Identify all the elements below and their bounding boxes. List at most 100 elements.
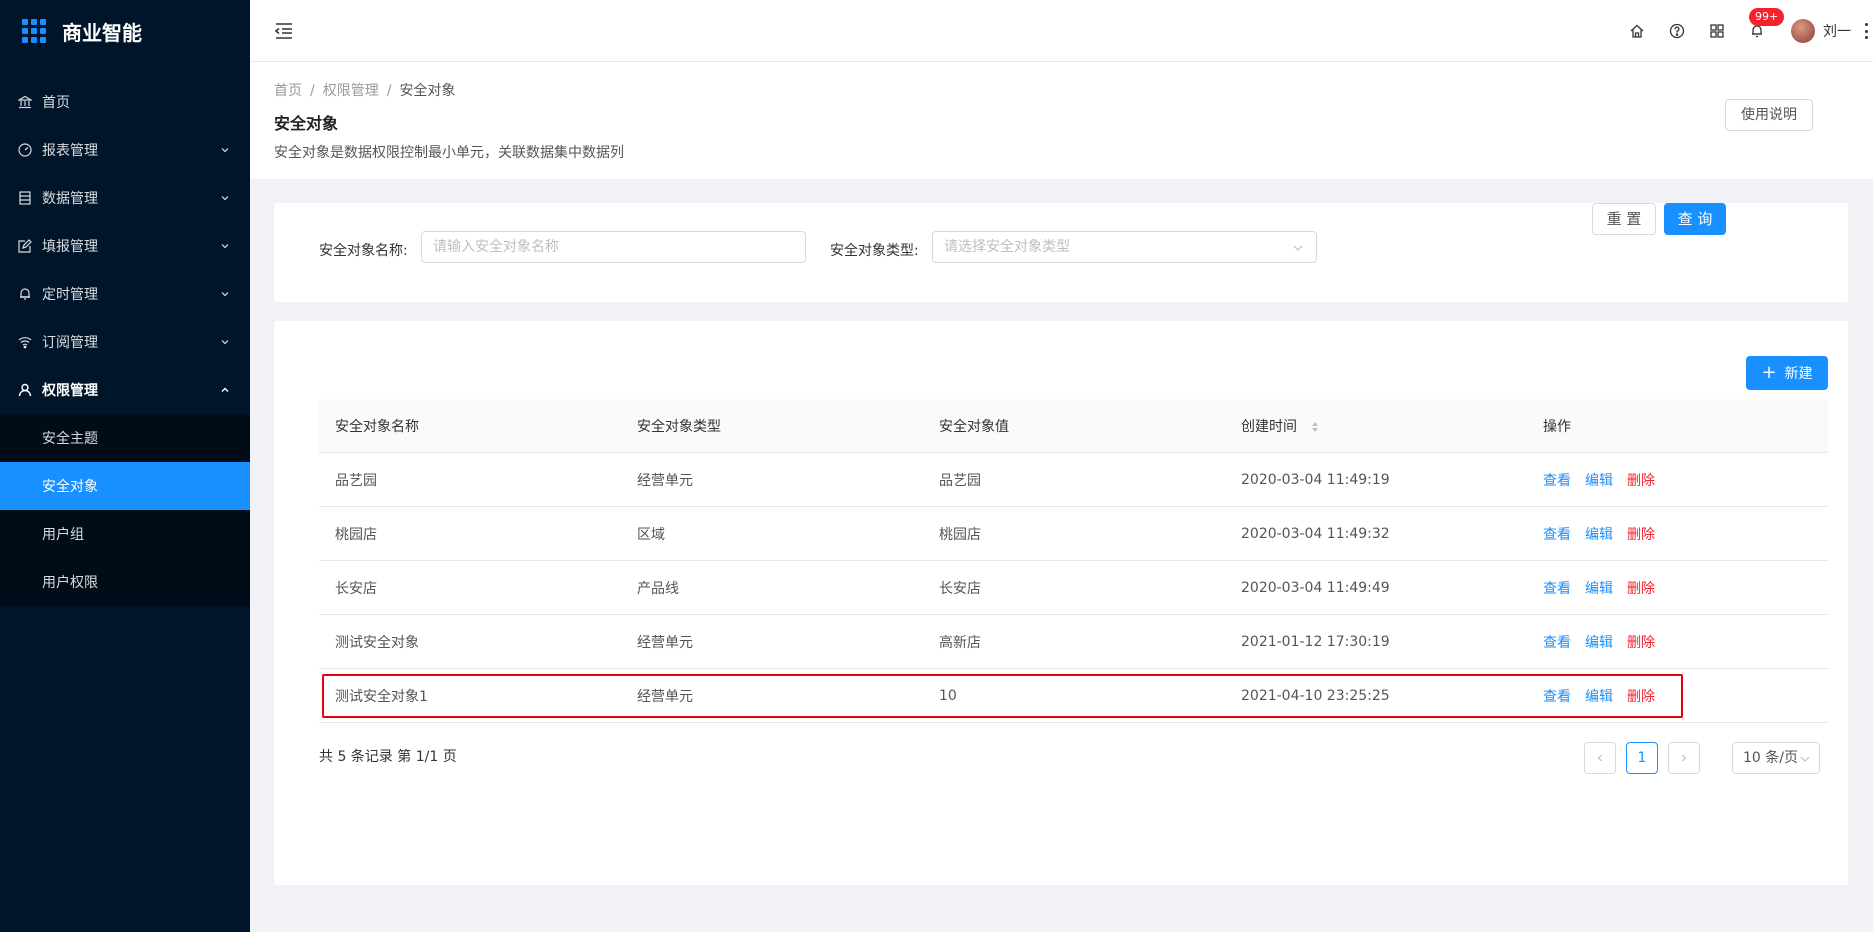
page-title: 安全对象 — [274, 114, 339, 133]
menu-fold-icon[interactable] — [274, 21, 294, 41]
search-form: 安全对象名称: 请输入安全对象名称 安全对象类型: 请选择安全对象类型 重 置 … — [274, 203, 1848, 302]
breadcrumb-home[interactable]: 首页 — [274, 83, 302, 99]
appstore-icon[interactable] — [1709, 23, 1725, 39]
reset-button[interactable]: 重 置 — [1592, 203, 1656, 235]
cell-value: 10 — [939, 687, 957, 704]
cell-actions: 查看 编辑 删除 — [1527, 632, 1828, 652]
name-search-input[interactable]: 请输入安全对象名称 — [421, 231, 806, 263]
new-button[interactable]: + 新建 — [1746, 356, 1828, 390]
cell-name: 桃园店 — [335, 526, 377, 543]
chevron-left-icon — [1597, 754, 1602, 762]
pagination-total: 共 5 条记录 第 1/1 页 — [319, 749, 457, 765]
page-size-select[interactable]: 10 条/页 — [1732, 742, 1820, 774]
delete-link[interactable]: 删除 — [1627, 635, 1655, 651]
type-select-placeholder: 请选择安全对象类型 — [944, 239, 1070, 255]
cell-value: 长安店 — [939, 580, 981, 597]
table-row: 测试安全对象1 经营单元 10 2021-04-10 23:25:25 查看 编辑… — [319, 669, 1828, 723]
edit-link[interactable]: 编辑 — [1585, 581, 1613, 597]
sidebar-item-user-permission[interactable]: 用户权限 — [0, 558, 250, 606]
cell-created: 2020-03-04 11:49:49 — [1241, 579, 1390, 596]
sidebar-item-home[interactable]: 首页 — [0, 78, 250, 126]
sidebar-item-fill[interactable]: 填报管理 — [0, 222, 250, 270]
sort-icon[interactable] — [1311, 421, 1319, 433]
column-header-value: 安全对象值 — [939, 418, 1009, 435]
sidebar-item-data[interactable]: 数据管理 — [0, 174, 250, 222]
security-object-table: 安全对象名称 安全对象类型 安全对象值 创建时间 操作 品艺园 经营单元 品艺园… — [319, 399, 1828, 723]
cell-value: 高新店 — [939, 634, 981, 651]
delete-link[interactable]: 删除 — [1627, 581, 1655, 597]
sidebar-item-permissions[interactable]: 权限管理 — [0, 366, 250, 414]
cell-actions: 查看 编辑 删除 — [1527, 686, 1828, 706]
user-name[interactable]: 刘一 — [1823, 21, 1851, 41]
column-header-actions: 操作 — [1543, 418, 1571, 435]
cell-created: 2020-03-04 11:49:19 — [1241, 471, 1390, 488]
cell-type: 区域 — [637, 526, 665, 543]
sidebar-item-security-topic[interactable]: 安全主题 — [0, 414, 250, 462]
app-title: 商业智能 — [62, 20, 142, 45]
header-actions: 99+ 刘一 — [1629, 0, 1873, 62]
breadcrumb-current: 安全对象 — [399, 83, 456, 99]
chevron-down-icon — [221, 292, 229, 297]
avatar[interactable] — [1791, 19, 1815, 43]
cell-type: 经营单元 — [637, 634, 693, 651]
delete-link[interactable]: 删除 — [1627, 689, 1655, 705]
pagination: 1 10 条/页 — [1584, 742, 1820, 774]
bell-icon — [18, 287, 32, 301]
query-button[interactable]: 查 询 — [1664, 203, 1726, 235]
type-select[interactable]: 请选择安全对象类型 — [932, 231, 1317, 263]
edit-link[interactable]: 编辑 — [1585, 473, 1613, 489]
new-button-label: 新建 — [1784, 366, 1813, 382]
table-row: 品艺园 经营单元 品艺园 2020-03-04 11:49:19 查看 编辑 删除 — [319, 453, 1828, 507]
table-row: 桃园店 区域 桃园店 2020-03-04 11:49:32 查看 编辑 删除 — [319, 507, 1828, 561]
plus-icon: + — [1761, 362, 1777, 383]
sidebar-item-label: 报表管理 — [42, 143, 98, 159]
chevron-right-icon — [1682, 754, 1687, 762]
home-icon[interactable] — [1629, 23, 1645, 39]
type-field-label: 安全对象类型: — [830, 243, 919, 259]
view-link[interactable]: 查看 — [1543, 635, 1571, 651]
view-link[interactable]: 查看 — [1543, 473, 1571, 489]
page-number-button[interactable]: 1 — [1626, 742, 1658, 774]
top-header: 99+ 刘一 — [250, 0, 1873, 62]
sidebar-item-user-group[interactable]: 用户组 — [0, 510, 250, 558]
sidebar-item-security-object[interactable]: 安全对象 — [0, 462, 250, 510]
grid-logo-icon — [22, 19, 46, 43]
edit-link[interactable]: 编辑 — [1585, 689, 1613, 705]
prev-page-button[interactable] — [1584, 742, 1616, 774]
cell-created: 2021-04-10 23:25:25 — [1241, 687, 1390, 704]
page-description: 安全对象是数据权限控制最小单元，关联数据集中数据列 — [274, 145, 624, 161]
edit-link[interactable]: 编辑 — [1585, 635, 1613, 651]
cell-name: 品艺园 — [335, 472, 377, 489]
sidebar-item-label: 定时管理 — [42, 287, 98, 303]
cell-name: 长安店 — [335, 580, 377, 597]
database-icon — [18, 191, 32, 205]
view-link[interactable]: 查看 — [1543, 527, 1571, 543]
sidebar-item-schedule[interactable]: 定时管理 — [0, 270, 250, 318]
more-icon[interactable] — [1865, 23, 1869, 39]
view-link[interactable]: 查看 — [1543, 581, 1571, 597]
notification-bell-icon[interactable]: 99+ — [1749, 8, 1785, 39]
delete-link[interactable]: 删除 — [1627, 527, 1655, 543]
next-page-button[interactable] — [1668, 742, 1700, 774]
edit-link[interactable]: 编辑 — [1585, 527, 1613, 543]
sidebar-item-subscribe[interactable]: 订阅管理 — [0, 318, 250, 366]
bank-icon — [18, 95, 32, 109]
delete-link[interactable]: 删除 — [1627, 473, 1655, 489]
chevron-down-icon — [1293, 245, 1303, 251]
cell-type: 产品线 — [637, 580, 679, 597]
chevron-down-icon — [221, 196, 229, 201]
cell-created: 2021-01-12 17:30:19 — [1241, 633, 1390, 650]
user-icon — [18, 383, 32, 397]
column-header-created[interactable]: 创建时间 — [1225, 416, 1527, 436]
sidebar-item-reports[interactable]: 报表管理 — [0, 126, 250, 174]
view-link[interactable]: 查看 — [1543, 689, 1571, 705]
breadcrumb-permissions[interactable]: 权限管理 — [323, 83, 379, 99]
breadcrumb: 首页 / 权限管理 / 安全对象 — [274, 83, 456, 99]
app-logo[interactable]: 商业智能 — [0, 0, 250, 62]
chevron-up-icon — [221, 387, 229, 392]
help-button[interactable]: 使用说明 — [1725, 99, 1813, 131]
table-card: + 新建 安全对象名称 安全对象类型 安全对象值 创建时间 操作 品艺园 经营单… — [274, 321, 1848, 885]
column-header-type: 安全对象类型 — [637, 418, 721, 435]
question-icon[interactable] — [1669, 23, 1685, 39]
sidebar: 商业智能 首页 报表管理 数据管理 填报管理 定时管理 订阅管理 权限管理 安全… — [0, 0, 250, 932]
